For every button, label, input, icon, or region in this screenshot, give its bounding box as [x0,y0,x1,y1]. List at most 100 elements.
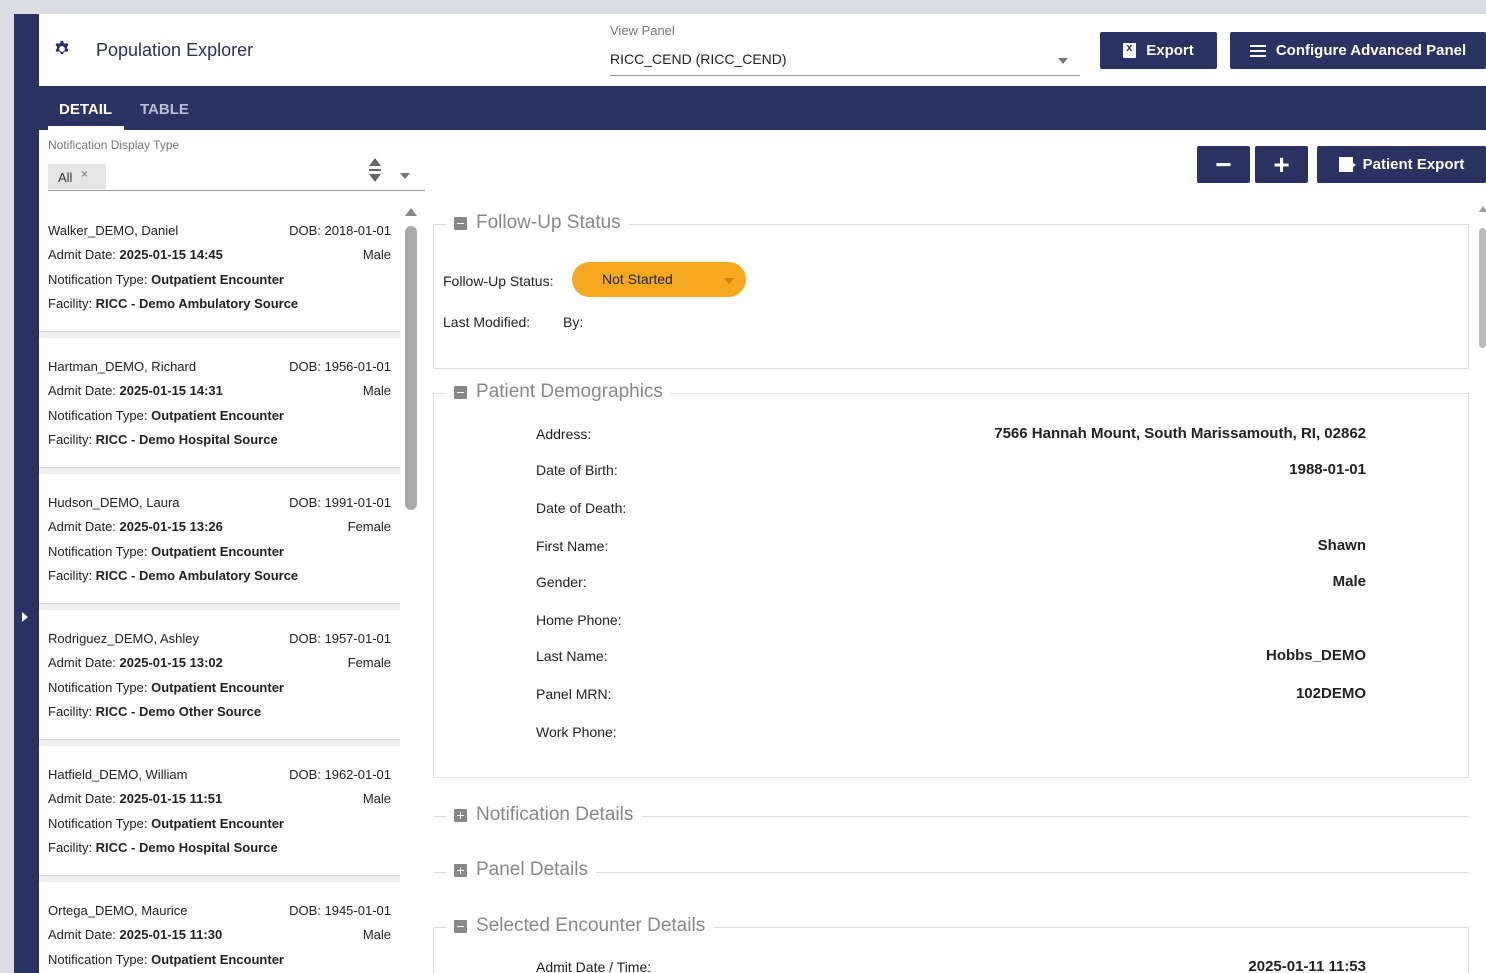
patient-export-label: Patient Export [1362,156,1465,173]
scroll-up-icon[interactable] [405,208,417,216]
encounter-fields: Admit Date / Time: 2025-01-11 11:53 [536,958,1366,973]
admit-date: Admit Date: 2025-01-15 14:31 [48,383,223,398]
filter-chip-all[interactable]: All × [48,164,106,189]
collapse-icon[interactable] [454,385,467,399]
patient-card[interactable]: Ortega_DEMO, Maurice DOB: 1945-01-01 Adm… [39,882,400,973]
detail-panel: Follow-Up Status Follow-Up Status: Not S… [424,202,1486,973]
patient-dob: DOB: 1991-01-01 [289,495,391,510]
admit-date: Admit Date: 2025-01-15 13:02 [48,655,223,670]
patient-card[interactable]: Hatfield_DEMO, William DOB: 1962-01-01 A… [39,746,400,876]
patient-name: Hartman_DEMO, Richard [48,359,197,374]
patient-card[interactable]: Walker_DEMO, Daniel DOB: 2018-01-01 Admi… [39,202,400,332]
active-tab-indicator [48,126,124,130]
filter-underline [48,190,425,191]
chevron-down-icon[interactable] [400,173,410,179]
demographics-section-header[interactable]: Patient Demographics [446,381,671,403]
sort-icon[interactable] [369,158,381,188]
patient-name: Hatfield_DEMO, William [48,767,188,782]
panel-details-header[interactable]: Panel Details [446,859,596,881]
top-header: Population Explorer View Panel RICC_CEND… [39,14,1486,86]
tab-table[interactable]: TABLE [140,101,189,118]
expand-arrow-icon[interactable] [22,612,28,622]
facility: Facility: RICC - Demo Ambulatory Source [48,296,299,311]
patient-name: Ortega_DEMO, Maurice [48,903,188,918]
export-file-icon [1338,157,1356,172]
gear-icon[interactable] [53,40,71,58]
followup-status-value: Not Started [602,271,673,287]
panel-details-title: Panel Details [476,859,588,880]
followup-status-dropdown[interactable]: Not Started [572,262,746,297]
field-label: Date of Birth: [536,462,618,478]
view-panel-value: RICC_CEND (RICC_CEND) [610,51,787,67]
patient-dob: DOB: 2018-01-01 [289,223,391,238]
tabs-bar: DETAIL TABLE [39,86,1486,130]
encounter-section-header[interactable]: Selected Encounter Details [446,915,714,937]
notification-details-title: Notification Details [476,804,634,825]
view-panel-label: View Panel [610,23,675,38]
scroll-up-icon[interactable] [1479,206,1486,212]
notification-type: Notification Type: Outpatient Encounter [48,272,284,287]
excel-file-icon [1123,42,1137,58]
detail-scrollbar[interactable] [1475,202,1486,973]
followup-section-header[interactable]: Follow-Up Status [446,212,629,234]
facility: Facility: RICC - Demo Hospital Source [48,840,278,855]
field-value: 7566 Hannah Mount, South Marissamouth, R… [994,425,1366,442]
collapse-icon[interactable] [454,919,467,933]
facility: Facility: RICC - Demo Other Source [48,704,262,719]
patient-card[interactable]: Rodriguez_DEMO, Ashley DOB: 1957-01-01 A… [39,610,400,740]
scrollbar-thumb[interactable] [1479,228,1486,348]
patient-list-scrollbar[interactable] [404,202,418,973]
export-button[interactable]: Export [1100,32,1217,69]
patient-card[interactable]: Hartman_DEMO, Richard DOB: 1956-01-01 Ad… [39,338,400,468]
patient-sex: Male [362,927,391,942]
admit-datetime-label: Admit Date / Time: [536,959,652,973]
admit-date: Admit Date: 2025-01-15 11:51 [48,791,223,806]
app-window: Population Explorer View Panel RICC_CEND… [39,14,1486,973]
field-value: Shawn [1317,537,1366,554]
zoom-in-button[interactable]: + [1255,146,1308,183]
modified-by-label: By: [563,314,584,330]
patient-sex: Female [347,519,391,534]
patient-sex: Male [362,791,391,806]
zoom-out-button[interactable]: − [1197,146,1250,183]
facility: Facility: RICC - Demo Hospital Source [48,432,278,447]
patient-card[interactable]: Hudson_DEMO, Laura DOB: 1991-01-01 Admit… [39,474,400,604]
last-modified-label: Last Modified: [443,314,531,330]
notification-type: Notification Type: Outpatient Encounter [48,408,284,423]
field-value: 1988-01-01 [1289,461,1366,478]
view-panel-select[interactable]: RICC_CEND (RICC_CEND) [610,48,1080,76]
encounter-title: Selected Encounter Details [476,915,706,936]
patient-dob: DOB: 1945-01-01 [289,903,391,918]
patient-dob: DOB: 1956-01-01 [289,359,391,374]
field-label: Address: [536,426,592,442]
admit-date: Admit Date: 2025-01-15 13:26 [48,519,223,534]
demographics-fields: Address: 7566 Hannah Mount, South Mariss… [536,425,1366,766]
chevron-down-icon [724,278,734,284]
field-value: Male [1332,573,1366,590]
close-icon[interactable]: × [81,167,88,181]
patient-name: Rodriguez_DEMO, Ashley [48,631,200,646]
field-label: Home Phone: [536,612,622,628]
tab-detail[interactable]: DETAIL [59,101,112,118]
expand-icon[interactable] [454,808,467,822]
expand-icon[interactable] [454,863,467,877]
notification-display-type-label: Notification Display Type [48,138,180,152]
notification-type: Notification Type: Outpatient Encounter [48,544,284,559]
configure-advanced-panel-button[interactable]: Configure Advanced Panel [1230,32,1486,69]
field-label: Gender: [536,574,587,590]
field-label: Work Phone: [536,724,617,740]
notification-details-header[interactable]: Notification Details [446,804,642,826]
list-icon [1249,44,1266,57]
patient-list: Walker_DEMO, Daniel DOB: 2018-01-01 Admi… [39,202,400,973]
patient-export-button[interactable]: Patient Export [1317,146,1486,183]
facility: Facility: RICC - Demo Ambulatory Source [48,568,299,583]
collapse-icon[interactable] [454,216,467,230]
left-collapse-rail[interactable] [14,14,39,973]
field-value: 102DEMO [1295,685,1366,702]
chevron-down-icon [1058,58,1068,64]
patient-dob: DOB: 1962-01-01 [289,767,391,782]
patient-name: Hudson_DEMO, Laura [48,495,180,510]
patient-sex: Male [362,247,391,262]
scrollbar-thumb[interactable] [405,226,417,510]
admit-date: Admit Date: 2025-01-15 14:45 [48,247,223,262]
